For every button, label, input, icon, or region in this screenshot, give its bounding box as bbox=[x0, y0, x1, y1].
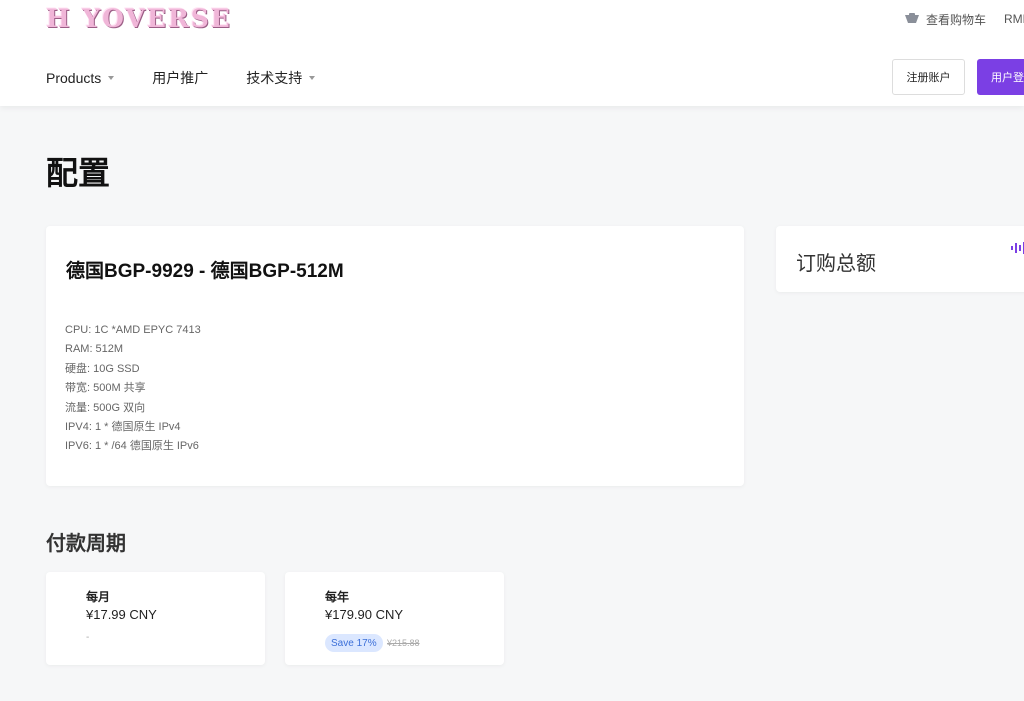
nav-support-label: 技术支持 bbox=[246, 70, 303, 86]
savings-badge: Save 17% bbox=[325, 634, 383, 652]
product-name: 德国BGP-9929 - 德国BGP-512M bbox=[66, 261, 344, 282]
billing-option-annually[interactable]: 每年 ¥179.90 CNY Save 17% ¥215.88 bbox=[285, 572, 504, 665]
original-price: ¥215.88 bbox=[387, 638, 420, 648]
nav-affiliate-label: 用户推广 bbox=[152, 70, 209, 86]
login-button[interactable]: 用户登录 bbox=[977, 59, 1024, 95]
view-cart-label: 查看购物车 bbox=[925, 12, 986, 27]
nav-products-label: Products bbox=[46, 70, 102, 86]
order-summary-card: 订购总额 bbox=[776, 226, 1024, 292]
cart-icon bbox=[904, 13, 919, 23]
currency-selector[interactable]: RMB bbox=[1004, 12, 1024, 26]
site-logo[interactable]: H YOVERSE bbox=[46, 4, 232, 34]
nav-products[interactable]: Products bbox=[46, 68, 115, 88]
cycle-price: ¥17.99 CNY bbox=[86, 607, 157, 622]
cycle-name: 每月 bbox=[86, 590, 111, 604]
page-title: 配置 bbox=[46, 155, 111, 191]
order-summary-title: 订购总额 bbox=[796, 253, 876, 275]
caret-down-icon bbox=[309, 76, 316, 80]
billing-option-monthly[interactable]: 每月 ¥17.99 CNY - bbox=[46, 572, 265, 665]
spec-ipv4: IPV4: 1 * 德国原生 IPv4 bbox=[65, 421, 181, 434]
caret-down-icon bbox=[108, 76, 115, 80]
audio-wave-icon bbox=[1011, 242, 1024, 254]
cycle-price: ¥179.90 CNY bbox=[325, 607, 404, 622]
spec-bandwidth: 带宽: 500M 共享 bbox=[65, 382, 146, 395]
spec-ipv6: IPV6: 1 * /64 德国原生 IPv6 bbox=[65, 440, 199, 453]
spec-traffic: 流量: 500G 双向 bbox=[65, 401, 146, 414]
cycle-note: - bbox=[86, 632, 90, 643]
top-utility-bar: 查看购物车 RMB bbox=[904, 10, 1024, 28]
nav-support[interactable]: 技术支持 bbox=[246, 68, 316, 88]
spec-cpu: CPU: 1C *AMD EPYC 7413 bbox=[65, 324, 201, 336]
spec-ram: RAM: 512M bbox=[65, 343, 124, 356]
site-header: H YOVERSE 查看购物车 RMB Products 用户推广 技术支持 注… bbox=[0, 0, 1024, 106]
nav-affiliate[interactable]: 用户推广 bbox=[152, 68, 208, 88]
register-button[interactable]: 注册账户 bbox=[892, 59, 965, 95]
product-specs: CPU: 1C *AMD EPYC 7413 RAM: 512M 硬盘: 10G… bbox=[65, 321, 201, 457]
product-card: 德国BGP-9929 - 德国BGP-512M CPU: 1C *AMD EPY… bbox=[46, 226, 744, 486]
main-nav: Products 用户推广 技术支持 bbox=[46, 68, 353, 88]
billing-cycle-title: 付款周期 bbox=[46, 533, 126, 555]
view-cart-link[interactable]: 查看购物车 bbox=[904, 11, 986, 28]
spec-disk: 硬盘: 10G SSD bbox=[65, 362, 140, 375]
cycle-name: 每年 bbox=[325, 590, 350, 604]
